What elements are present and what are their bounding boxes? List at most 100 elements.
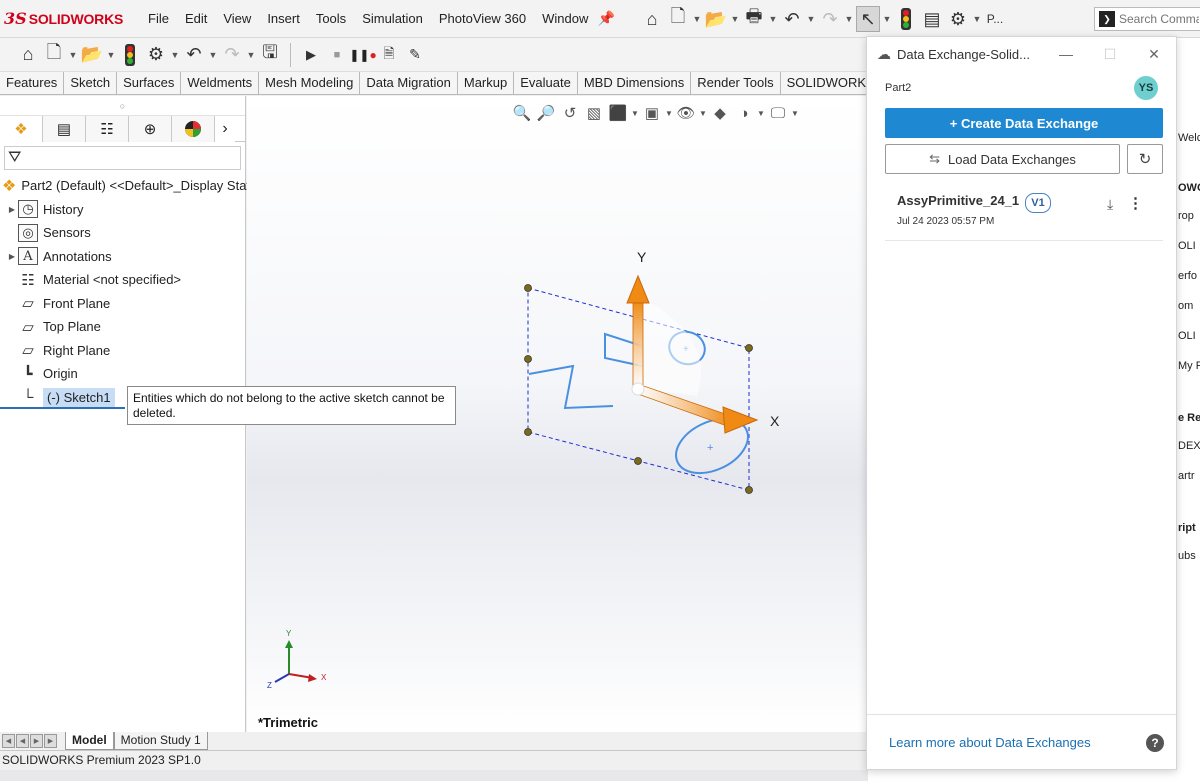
tab-render-tools[interactable]: Render Tools: [691, 72, 781, 94]
chevron-down-icon[interactable]: ▼: [730, 6, 740, 32]
displaymanager-tab-icon[interactable]: [172, 116, 215, 142]
tab-sketch[interactable]: Sketch: [64, 72, 118, 94]
undo-icon[interactable]: ↶: [780, 6, 804, 32]
chevron-down-icon[interactable]: ▼: [692, 6, 702, 32]
home-icon[interactable]: ⌂: [640, 6, 664, 32]
configurationmanager-tab-icon[interactable]: ☷: [86, 116, 129, 142]
create-data-exchange-button[interactable]: + Create Data Exchange: [885, 108, 1163, 138]
tab-evaluate[interactable]: Evaluate: [514, 72, 578, 94]
section-view-icon[interactable]: ▧: [583, 102, 605, 124]
tab-solidworks-addins[interactable]: SOLIDWORKS: [781, 72, 868, 94]
list-item[interactable]: AssyPrimitive_24_1 V1 Jul 24 2023 05:57 …: [885, 183, 1163, 241]
tree-item-sensors[interactable]: ◎ Sensors: [0, 221, 245, 245]
tab-model[interactable]: Model: [65, 732, 114, 750]
new-document-icon[interactable]: 🗋: [42, 42, 66, 68]
tab-mbd-dimensions[interactable]: MBD Dimensions: [578, 72, 692, 94]
menu-window[interactable]: Window: [534, 0, 596, 38]
tab-mesh-modeling[interactable]: Mesh Modeling: [259, 72, 361, 94]
tree-item-history[interactable]: ▶ ◷ History: [0, 198, 245, 222]
view-settings-icon[interactable]: 🖵: [767, 102, 789, 124]
redo-icon[interactable]: ↷: [818, 6, 842, 32]
tree-filter-box[interactable]: ⛛: [4, 146, 241, 170]
download-icon[interactable]: ⤓: [1107, 196, 1113, 213]
refresh-button[interactable]: ↻: [1127, 144, 1163, 174]
chevron-down-icon[interactable]: ▼: [631, 102, 639, 124]
edit-macro-icon[interactable]: ✎: [403, 42, 427, 68]
search-commands-box[interactable]: ❯: [1094, 7, 1200, 31]
chevron-down-icon[interactable]: ▼: [665, 102, 673, 124]
learn-more-link[interactable]: Learn more about Data Exchanges: [889, 735, 1091, 750]
expand-arrow-icon[interactable]: ▶: [6, 252, 18, 261]
chevron-down-icon[interactable]: ▼: [791, 102, 799, 124]
maximize-icon[interactable]: ☐: [1088, 46, 1132, 63]
save-icon[interactable]: 🖫: [258, 42, 282, 68]
tab-weldments[interactable]: Weldments: [181, 72, 260, 94]
hide-show-items-icon[interactable]: 👁: [675, 102, 697, 124]
minimize-icon[interactable]: —: [1044, 46, 1088, 62]
tab-motion-study-1[interactable]: Motion Study 1: [113, 732, 208, 750]
tab-data-migration[interactable]: Data Migration: [360, 72, 458, 94]
tree-item-annotations[interactable]: ▶ A Annotations: [0, 245, 245, 269]
chevron-down-icon[interactable]: ▼: [806, 6, 816, 32]
next-tab-icon[interactable]: ▶: [30, 734, 43, 748]
tab-features[interactable]: Features: [0, 72, 65, 94]
home-icon[interactable]: ⌂: [16, 42, 40, 68]
tree-root-part[interactable]: ❖ Part2 (Default) <<Default>_Display Sta…: [0, 174, 276, 198]
chevron-down-icon[interactable]: ▼: [882, 6, 892, 32]
tree-item-origin[interactable]: ┗ Origin: [0, 362, 245, 386]
zoom-to-fit-icon[interactable]: 🔍: [511, 102, 533, 124]
last-tab-icon[interactable]: ▶: [44, 734, 57, 748]
view-orientation-icon[interactable]: ⬛: [607, 102, 629, 124]
chevron-down-icon[interactable]: ▼: [208, 42, 218, 68]
chevron-down-icon[interactable]: ▼: [699, 102, 707, 124]
play-macro-icon[interactable]: ▶: [299, 42, 323, 68]
chevron-down-icon[interactable]: ▼: [246, 42, 256, 68]
overflow-label[interactable]: P...: [984, 6, 1006, 32]
open-folder-icon[interactable]: 📂: [704, 6, 728, 32]
tab-markup[interactable]: Markup: [458, 72, 515, 94]
tree-item-top-plane[interactable]: ▱ Top Plane: [0, 315, 245, 339]
help-icon[interactable]: ?: [1146, 733, 1164, 752]
dimxpertmanager-tab-icon[interactable]: ⊕: [129, 116, 172, 142]
tree-item-material[interactable]: ☷ Material <not specified>: [0, 268, 245, 292]
menu-view[interactable]: View: [215, 0, 259, 38]
first-tab-icon[interactable]: ◀: [2, 734, 15, 748]
stop-macro-icon[interactable]: ■: [325, 42, 349, 68]
undo-icon[interactable]: ↶: [182, 42, 206, 68]
options-gear-icon[interactable]: ⚙: [946, 6, 970, 32]
zoom-to-area-icon[interactable]: 🔎: [535, 102, 557, 124]
new-macro-icon[interactable]: 🗎: [377, 42, 401, 68]
redo-icon[interactable]: ↷: [220, 42, 244, 68]
panel-grip[interactable]: ○: [0, 96, 245, 116]
file-properties-icon[interactable]: ▤: [920, 6, 944, 32]
select-cursor-icon[interactable]: ↖: [856, 6, 880, 32]
new-document-icon[interactable]: 🗋: [666, 6, 690, 32]
rebuild-traffic-light-icon[interactable]: [118, 42, 142, 68]
chevron-down-icon[interactable]: ▼: [170, 42, 180, 68]
tree-item-right-plane[interactable]: ▱ Right Plane: [0, 339, 245, 363]
expand-arrow-icon[interactable]: ▶: [6, 205, 18, 214]
chevron-down-icon[interactable]: ▼: [768, 6, 778, 32]
open-folder-icon[interactable]: 📂: [80, 42, 104, 68]
previous-view-icon[interactable]: ↺: [559, 102, 581, 124]
menu-insert[interactable]: Insert: [259, 0, 308, 38]
display-style-icon[interactable]: ▣: [641, 102, 663, 124]
chevron-down-icon[interactable]: ▼: [844, 6, 854, 32]
search-commands-input[interactable]: [1119, 12, 1199, 26]
featuremanager-tab-icon[interactable]: ❖: [0, 116, 43, 142]
chevron-down-icon[interactable]: ▼: [972, 6, 982, 32]
avatar[interactable]: YS: [1134, 76, 1158, 100]
solidworks-logo[interactable]: 3S SOLIDWORKS: [0, 0, 140, 38]
chevron-down-icon[interactable]: ▼: [106, 42, 116, 68]
chevron-down-icon[interactable]: ▼: [757, 102, 765, 124]
record-macro-icon[interactable]: ❚❚ ●: [349, 42, 376, 68]
prev-tab-icon[interactable]: ◀: [16, 734, 29, 748]
chevron-down-icon[interactable]: ▼: [68, 42, 78, 68]
menu-photoview[interactable]: PhotoView 360: [431, 0, 534, 38]
menu-edit[interactable]: Edit: [177, 0, 215, 38]
chevron-right-icon[interactable]: ›: [215, 116, 235, 142]
tab-surfaces[interactable]: Surfaces: [117, 72, 182, 94]
menu-file[interactable]: File: [140, 0, 177, 38]
more-options-icon[interactable]: ⋮: [1128, 194, 1143, 212]
propertymanager-tab-icon[interactable]: ▤: [43, 116, 86, 142]
